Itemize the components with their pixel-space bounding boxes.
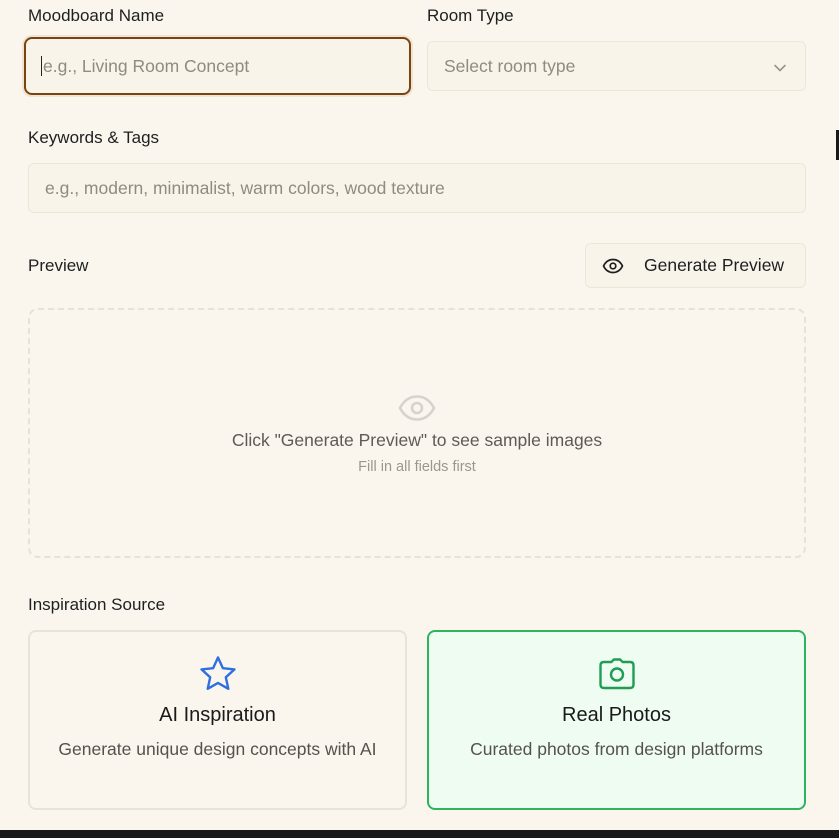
eye-icon [398, 394, 436, 422]
real-photos-description: Curated photos from design platforms [470, 739, 763, 759]
moodboard-name-input[interactable]: e.g., Living Room Concept [24, 37, 411, 95]
text-caret [41, 56, 42, 76]
keywords-placeholder: e.g., modern, minimalist, warm colors, w… [45, 177, 445, 198]
eye-icon [602, 258, 624, 274]
ai-inspiration-title: AI Inspiration [159, 704, 276, 726]
real-photos-option[interactable]: Real Photos Curated photos from design p… [427, 630, 806, 810]
keywords-label: Keywords & Tags [28, 128, 160, 147]
generate-preview-button[interactable]: Generate Preview [585, 243, 806, 288]
generate-preview-label: Generate Preview [644, 255, 785, 275]
preview-label: Preview [28, 256, 89, 275]
room-type-placeholder: Select room type [444, 55, 576, 76]
chevron-down-icon [773, 59, 787, 73]
moodboard-name-placeholder: e.g., Living Room Concept [43, 55, 250, 76]
preview-empty-title: Click "Generate Preview" to see sample i… [231, 429, 603, 450]
ai-inspiration-description: Generate unique design concepts with AI [58, 739, 377, 759]
preview-empty-subtitle: Fill in all fields first [358, 458, 476, 475]
room-type-label: Room Type [427, 6, 514, 25]
preview-empty-state: Click "Generate Preview" to see sample i… [28, 308, 806, 558]
window-bottom-edge [0, 830, 839, 838]
keywords-input[interactable]: e.g., modern, minimalist, warm colors, w… [28, 163, 806, 213]
room-type-select[interactable]: Select room type [427, 41, 806, 91]
inspiration-source-label: Inspiration Source [28, 595, 166, 614]
ai-inspiration-option[interactable]: AI Inspiration Generate unique design co… [28, 630, 407, 810]
moodboard-name-label: Moodboard Name [28, 6, 165, 25]
camera-icon [598, 654, 636, 694]
real-photos-title: Real Photos [562, 704, 671, 726]
star-icon [199, 654, 237, 694]
moodboard-form-page: Moodboard Name e.g., Living Room Concept… [0, 0, 839, 830]
